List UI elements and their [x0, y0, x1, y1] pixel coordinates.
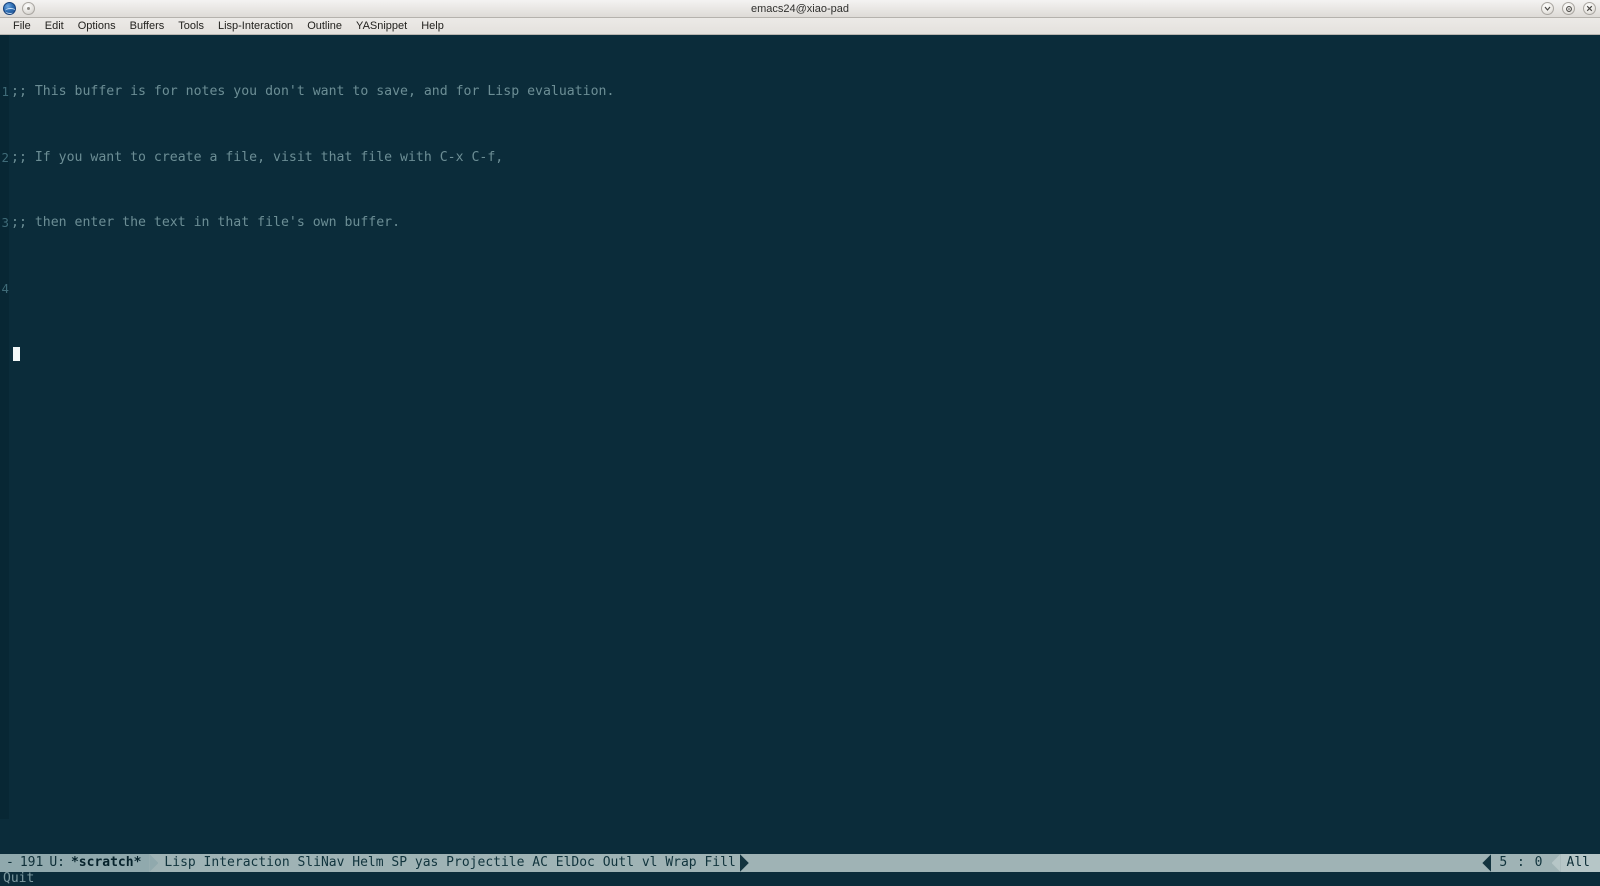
buffer-line: 4 [0, 281, 614, 298]
menu-item-buffers[interactable]: Buffers [123, 18, 172, 34]
line-number: 4 [0, 281, 9, 298]
menu-item-lisp-interaction[interactable]: Lisp-Interaction [211, 18, 300, 34]
mode-line-encoding: U: [49, 855, 65, 870]
mode-line-buffer-name: *scratch* [70, 855, 142, 870]
menu-item-tools[interactable]: Tools [171, 18, 211, 34]
line-text: ;; This buffer is for notes you don't wa… [11, 84, 615, 100]
emacs-globe-icon[interactable] [3, 2, 16, 15]
gear-icon [1565, 5, 1572, 12]
window-controls [1541, 2, 1596, 15]
powerline-separator-left-dark-icon [1482, 854, 1492, 872]
line-text: ;; If you want to create a file, visit t… [11, 149, 504, 165]
mode-line[interactable]: - 191 U: *scratch* Lisp Interaction SliN… [0, 854, 1600, 872]
line-text: ;; then enter the text in that file's ow… [11, 215, 401, 231]
line-number: 1 [0, 84, 9, 101]
mode-line-modified-indicator: - [6, 855, 14, 870]
window-menu-circle-icon[interactable] [22, 2, 35, 15]
powerline-separator-right-icon [149, 854, 159, 872]
powerline-separator-right-dark-icon [739, 854, 749, 872]
menu-item-help[interactable]: Help [414, 18, 451, 34]
buffer-line: 1 ;; This buffer is for notes you don't … [0, 84, 615, 101]
maximize-button[interactable] [1562, 2, 1575, 15]
menu-item-outline[interactable]: Outline [300, 18, 349, 34]
mode-line-modes-text: Lisp Interaction SliNav Helm SP yas Proj… [164, 855, 736, 870]
buffer-line: 3 ;; then enter the text in that file's … [0, 215, 614, 232]
close-button[interactable] [1583, 2, 1596, 15]
line-number: 3 [0, 215, 9, 232]
text-cursor [13, 346, 20, 361]
window-titlebar: emacs24@xiao-pad [0, 0, 1600, 18]
menu-bar: File Edit Options Buffers Tools Lisp-Int… [0, 18, 1600, 35]
titlebar-left-icons [0, 2, 35, 15]
cursor-row [0, 346, 614, 363]
menu-item-options[interactable]: Options [71, 18, 123, 34]
menu-item-edit[interactable]: Edit [38, 18, 71, 34]
chevron-down-icon [1544, 6, 1551, 11]
mode-line-scroll-state: All [1560, 854, 1600, 872]
mode-line-filler [748, 854, 1483, 872]
emacs-frame: 1 ;; This buffer is for notes you don't … [0, 35, 1600, 886]
line-number: 2 [0, 149, 9, 167]
buffer-line: 2 ;; If you want to create a file, visit… [0, 149, 614, 167]
mode-line-buffer-segment[interactable]: - 191 U: *scratch* [0, 854, 150, 872]
menu-item-yasnippet[interactable]: YASnippet [349, 18, 414, 34]
powerline-separator-left-icon [1551, 854, 1561, 872]
mode-line-position: 5 : 0 [1491, 854, 1552, 872]
window-title: emacs24@xiao-pad [751, 2, 849, 15]
mode-line-fill-column: 191 [19, 855, 44, 870]
mode-line-modes-segment[interactable]: Lisp Interaction SliNav Helm SP yas Proj… [158, 854, 740, 872]
buffer-text: 1 ;; This buffer is for notes you don't … [0, 35, 614, 412]
close-icon [1586, 5, 1593, 12]
menu-item-file[interactable]: File [6, 18, 38, 34]
minimize-button[interactable] [1541, 2, 1554, 15]
scratch-buffer[interactable]: 1 ;; This buffer is for notes you don't … [0, 35, 1600, 819]
